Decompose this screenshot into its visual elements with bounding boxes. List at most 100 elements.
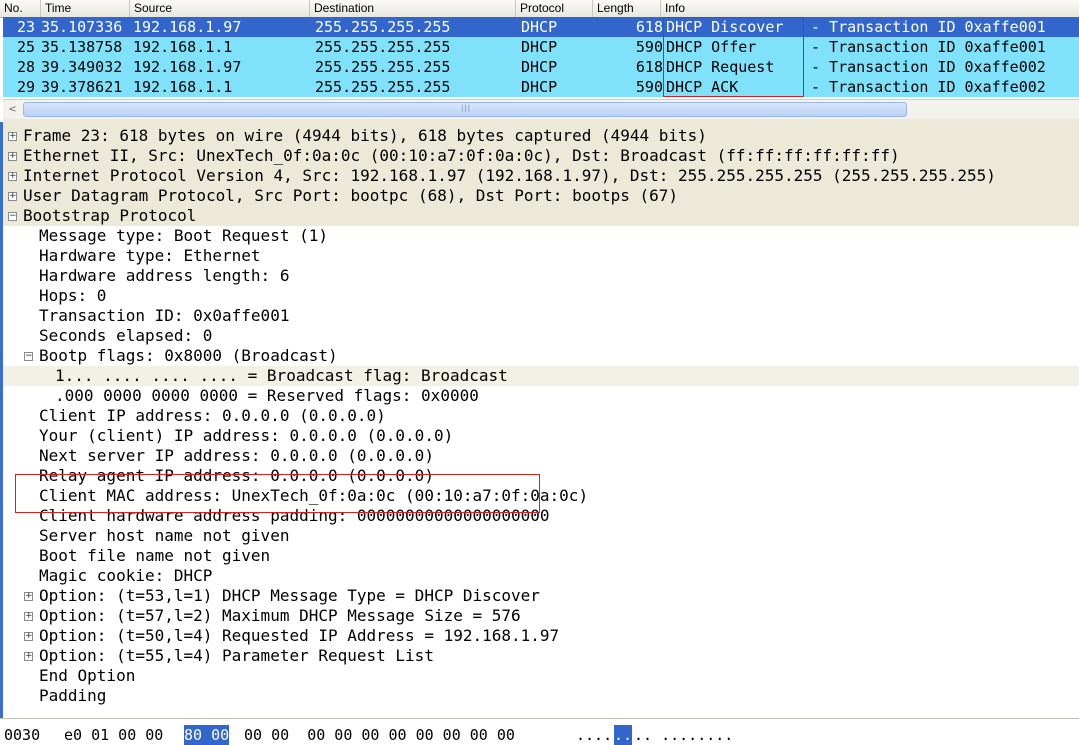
tree-item[interactable]: Hops: 0 [3,286,1079,306]
expand-plus-icon[interactable]: + [24,612,33,621]
tree-item[interactable]: + Option: (t=57,l=2) Maximum DHCP Message… [3,606,1079,626]
ascii-before[interactable]: .... [576,725,612,745]
collapse-minus-icon[interactable]: − [8,212,17,221]
hex-offset: 0030 [4,726,41,744]
tree-item[interactable]: Padding [3,686,1079,706]
tree-item[interactable]: + Option: (t=50,l=4) Requested IP Address… [3,626,1079,646]
column-header-length[interactable]: Length [593,0,661,17]
expand-plus-icon[interactable]: + [8,172,17,181]
packet-cell-length: 618 [635,18,663,36]
tree-item-label: Padding [39,686,107,705]
tree-item-label: Client IP address: 0.0.0.0 (0.0.0.0) [39,406,386,425]
collapse-minus-icon[interactable]: − [24,352,33,361]
expand-plus-icon[interactable]: + [24,652,33,661]
packet-cell-time: 35.138758 [41,38,123,56]
packet-row[interactable]: 29 39.378621 192.168.1.1 255.255.255.255 DHC… [3,77,1079,97]
packet-cell-destination: 255.255.255.255 [315,78,451,96]
tree-item-label: Bootstrap Protocol [23,206,197,225]
packet-cell-destination: 255.255.255.255 [315,18,451,36]
tree-item[interactable]: + Internet Protocol Version 4, Src: 192.1… [3,166,1079,186]
packet-cell-length: 618 [635,58,663,76]
packet-row[interactable]: 28 39.349032 192.168.1.97 255.255.255.255 DH… [3,57,1079,77]
packet-cell-no: 25 [17,38,36,56]
tree-item[interactable]: Boot file name not given [3,546,1079,566]
tree-item[interactable]: − Bootstrap Protocol [3,206,1079,226]
scroll-left-arrow-icon[interactable]: < [5,102,20,117]
tree-item-label: Ethernet II, Src: UnexTech_0f:0a:0c (00:… [23,146,900,165]
column-header-time[interactable]: Time [41,0,130,17]
tree-item-label: Internet Protocol Version 4, Src: 192.16… [23,166,996,185]
tree-item-label: Hardware type: Ethernet [39,246,261,265]
info-highlight-box [663,17,804,97]
packet-list-horizontal-scrollbar[interactable]: < ||| [3,99,1079,120]
scrollbar-grip-icon: ||| [461,104,472,112]
tree-item[interactable]: Your (client) IP address: 0.0.0.0 (0.0.0… [3,426,1079,446]
tree-item[interactable]: Seconds elapsed: 0 [3,326,1079,346]
expand-plus-icon[interactable]: + [8,132,17,141]
packet-cell-protocol: DHCP [521,18,558,36]
tree-item-label: Message type: Boot Request (1) [39,226,328,245]
tree-item-label: End Option [39,666,136,685]
tree-item[interactable]: Transaction ID: 0x0affe001 [3,306,1079,326]
packet-bytes-pane: 0030 e0 01 00 00 80 00 00 00 00 00 00 00… [0,718,1079,745]
tree-item[interactable]: Magic cookie: DHCP [3,566,1079,586]
column-header-info[interactable]: Info [661,0,1079,17]
tree-item[interactable]: Server host name not given [3,526,1079,546]
packet-cell-time: 35.107336 [41,18,123,36]
packet-cell-protocol: DHCP [521,38,558,56]
hex-bytes-before[interactable]: e0 01 00 00 [64,725,163,745]
column-header-destination[interactable]: Destination [310,0,516,17]
expand-plus-icon[interactable]: + [8,152,17,161]
tree-item[interactable]: + Option: (t=55,l=4) Parameter Request Li… [3,646,1079,666]
tree-item[interactable]: 1... .... .... .... = Broadcast flag: Br… [3,366,1079,386]
tree-item-label: Frame 23: 618 bytes on wire (4944 bits),… [23,126,707,145]
tree-item[interactable]: + Ethernet II, Src: UnexTech_0f:0a:0c (00… [3,146,1079,166]
tree-item-label: Option: (t=55,l=4) Parameter Request Lis… [39,646,434,665]
packet-list-header: No. Time Source Destination Protocol Len… [0,0,1079,18]
tree-item[interactable]: + User Datagram Protocol, Src Port: bootp… [3,186,1079,206]
ascii-selected[interactable]: .. [614,725,633,745]
packet-cell-length: 590 [635,38,663,56]
packet-cell-info-rest: - Transaction ID 0xaffe002 [811,78,1046,96]
column-header-source[interactable]: Source [130,0,310,17]
packet-cell-source: 192.168.1.1 [133,38,233,56]
tree-item[interactable]: − Bootp flags: 0x8000 (Broadcast) [3,346,1079,366]
tree-item[interactable]: .000 0000 0000 0000 = Reserved flags: 0x… [3,386,1079,406]
expand-plus-icon[interactable]: + [24,632,33,641]
packet-cell-no: 29 [17,78,36,96]
packet-cell-info-rest: - Transaction ID 0xaffe001 [811,18,1046,36]
tree-item[interactable]: End Option [3,666,1079,686]
packet-row[interactable]: 25 35.138758 192.168.1.1 255.255.255.255 DHC… [3,37,1079,57]
tree-item-label: .000 0000 0000 0000 = Reserved flags: 0x… [55,386,479,405]
tree-item-label: Option: (t=53,l=1) DHCP Message Type = D… [39,586,540,605]
hex-bytes-selected[interactable]: 80 00 [184,725,230,745]
packet-cell-info-rest: - Transaction ID 0xaffe002 [811,58,1046,76]
tree-item-label: User Datagram Protocol, Src Port: bootpc… [23,186,679,205]
tree-item[interactable]: Hardware type: Ethernet [3,246,1079,266]
packet-cell-source: 192.168.1.1 [133,78,233,96]
tree-item-label: 1... .... .... .... = Broadcast flag: Br… [55,366,508,385]
column-header-no[interactable]: No. [0,0,41,17]
packet-cell-source: 192.168.1.97 [133,18,242,36]
tree-item[interactable]: Next server IP address: 0.0.0.0 (0.0.0.0… [3,446,1079,466]
packet-cell-source: 192.168.1.97 [133,58,242,76]
column-header-protocol[interactable]: Protocol [516,0,593,17]
hex-bytes-after[interactable]: 00 00 00 00 00 00 00 00 00 00 [244,725,515,745]
bootp-flags-highlight-box [15,474,540,513]
tree-item[interactable]: Message type: Boot Request (1) [3,226,1079,246]
packet-details-pane: + Frame 23: 618 bytes on wire (4944 bits)… [3,126,1079,718]
packet-row[interactable]: 23 35.107336 192.168.1.97 255.255.255.255 DH… [3,17,1079,37]
tree-item-label: Next server IP address: 0.0.0.0 (0.0.0.0… [39,446,434,465]
tree-item[interactable]: + Option: (t=53,l=1) DHCP Message Type = … [3,586,1079,606]
ascii-after[interactable]: .. ........ [634,725,733,745]
tree-item[interactable]: Client IP address: 0.0.0.0 (0.0.0.0) [3,406,1079,426]
tree-item-label: Magic cookie: DHCP [39,566,213,585]
tree-item[interactable]: Hardware address length: 6 [3,266,1079,286]
packet-cell-length: 590 [635,78,663,96]
tree-item[interactable]: + Frame 23: 618 bytes on wire (4944 bits)… [3,126,1079,146]
tree-item-label: Seconds elapsed: 0 [39,326,213,345]
packet-cell-destination: 255.255.255.255 [315,38,451,56]
tree-item-label: Boot file name not given [39,546,271,565]
expand-plus-icon[interactable]: + [8,192,17,201]
expand-plus-icon[interactable]: + [24,592,33,601]
